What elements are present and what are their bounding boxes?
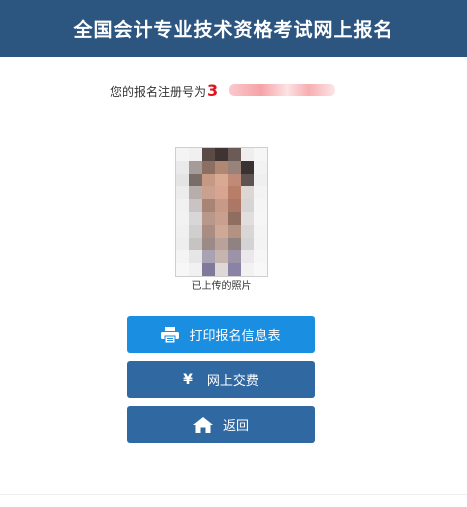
photo-mosaic-cell xyxy=(189,237,202,251)
photo-mosaic-cell xyxy=(228,250,241,264)
photo-mosaic-cell xyxy=(176,211,189,225)
photo-mosaic-cell xyxy=(228,148,241,161)
registration-number-mask xyxy=(229,84,335,96)
photo-mosaic-cell xyxy=(254,186,267,200)
online-payment-button[interactable]: ¥ 网上交费 xyxy=(127,361,315,398)
photo-mosaic-cell xyxy=(228,199,241,212)
photo-mosaic-cell xyxy=(254,160,267,174)
photo-mosaic-cell xyxy=(241,160,254,174)
photo-mosaic-cell xyxy=(241,250,254,264)
page-header: 全国会计专业技术资格考试网上报名 xyxy=(0,0,467,57)
photo-mosaic-cell xyxy=(176,148,189,161)
print-form-button[interactable]: 打印报名信息表 xyxy=(127,316,315,353)
photo-mosaic-cell xyxy=(254,237,267,251)
photo-mosaic-cell xyxy=(202,148,215,161)
photo-mosaic-cell xyxy=(202,160,215,174)
photo-mosaic-cell xyxy=(228,237,241,251)
photo-mosaic-cell xyxy=(215,211,228,225)
photo-mosaic-cell xyxy=(241,186,254,200)
photo-mosaic-cell xyxy=(254,148,267,161)
photo-mosaic-cell xyxy=(202,250,215,264)
photo-mosaic-cell xyxy=(228,186,241,200)
photo-mosaic-cell xyxy=(215,224,228,238)
photo-mosaic-cell xyxy=(215,173,228,187)
photo-mosaic-cell xyxy=(228,160,241,174)
photo-mosaic-cell xyxy=(202,211,215,225)
photo-mosaic-cell xyxy=(176,237,189,251)
photo-mosaic-cell xyxy=(202,237,215,251)
photo-mosaic-cell xyxy=(241,263,254,276)
photo-mosaic-cell xyxy=(241,237,254,251)
photo-mosaic-cell xyxy=(189,160,202,174)
photo-mosaic-cell xyxy=(202,186,215,200)
photo-mosaic-cell xyxy=(215,186,228,200)
photo-mosaic-cell xyxy=(215,160,228,174)
photo-mosaic-cell xyxy=(202,263,215,276)
photo-mosaic-cell xyxy=(189,224,202,238)
photo-mosaic-cell xyxy=(215,199,228,212)
print-form-label: 打印报名信息表 xyxy=(189,329,281,344)
yen-icon: ¥ xyxy=(183,371,193,388)
photo-mosaic-cell xyxy=(228,224,241,238)
registration-line: 您的报名注册号为 3 xyxy=(110,80,218,100)
photo-mosaic-cell xyxy=(176,186,189,200)
photo-mosaic-cell xyxy=(215,263,228,276)
photo-mosaic-cell xyxy=(254,173,267,187)
photo-mosaic-cell xyxy=(254,250,267,264)
photo-mosaic-cell xyxy=(241,148,254,161)
photo-mosaic-cell xyxy=(228,211,241,225)
photo-mosaic-cell xyxy=(241,199,254,212)
page-title: 全国会计专业技术资格考试网上报名 xyxy=(73,19,394,41)
photo-mosaic-cell xyxy=(176,199,189,212)
footer-divider xyxy=(0,494,467,495)
photo-mosaic-cell xyxy=(176,250,189,264)
photo-mosaic-cell xyxy=(254,263,267,276)
registration-label: 您的报名注册号为 xyxy=(110,85,207,99)
photo-mosaic-cell xyxy=(176,160,189,174)
photo-mosaic-cell xyxy=(228,173,241,187)
home-icon xyxy=(192,416,213,433)
pixelated-photo xyxy=(176,148,267,276)
photo-mosaic-cell xyxy=(189,148,202,161)
photo-mosaic-cell xyxy=(241,173,254,187)
photo-caption: 已上传的照片 xyxy=(191,281,252,292)
photo-mosaic-cell xyxy=(228,263,241,276)
photo-mosaic-cell xyxy=(202,224,215,238)
uploaded-photo xyxy=(175,147,268,277)
photo-mosaic-cell xyxy=(176,173,189,187)
photo-mosaic-cell xyxy=(189,199,202,212)
back-button[interactable]: 返回 xyxy=(127,406,315,443)
photo-mosaic-cell xyxy=(189,186,202,200)
photo-mosaic-cell xyxy=(254,224,267,238)
photo-mosaic-cell xyxy=(189,250,202,264)
photo-mosaic-cell xyxy=(176,224,189,238)
photo-mosaic-cell xyxy=(176,263,189,276)
photo-mosaic-cell xyxy=(189,263,202,276)
photo-mosaic-cell xyxy=(215,237,228,251)
photo-mosaic-cell xyxy=(241,224,254,238)
printer-icon xyxy=(161,326,180,343)
registration-number: 3 xyxy=(207,81,219,100)
back-label: 返回 xyxy=(222,419,249,434)
photo-mosaic-cell xyxy=(189,211,202,225)
photo-mosaic-cell xyxy=(215,148,228,161)
photo-mosaic-cell xyxy=(241,211,254,225)
photo-mosaic-cell xyxy=(202,173,215,187)
photo-mosaic-cell xyxy=(254,199,267,212)
online-payment-label: 网上交费 xyxy=(206,374,259,389)
photo-mosaic-cell xyxy=(215,250,228,264)
photo-mosaic-cell xyxy=(189,173,202,187)
photo-mosaic-cell xyxy=(202,199,215,212)
photo-mosaic-cell xyxy=(254,211,267,225)
